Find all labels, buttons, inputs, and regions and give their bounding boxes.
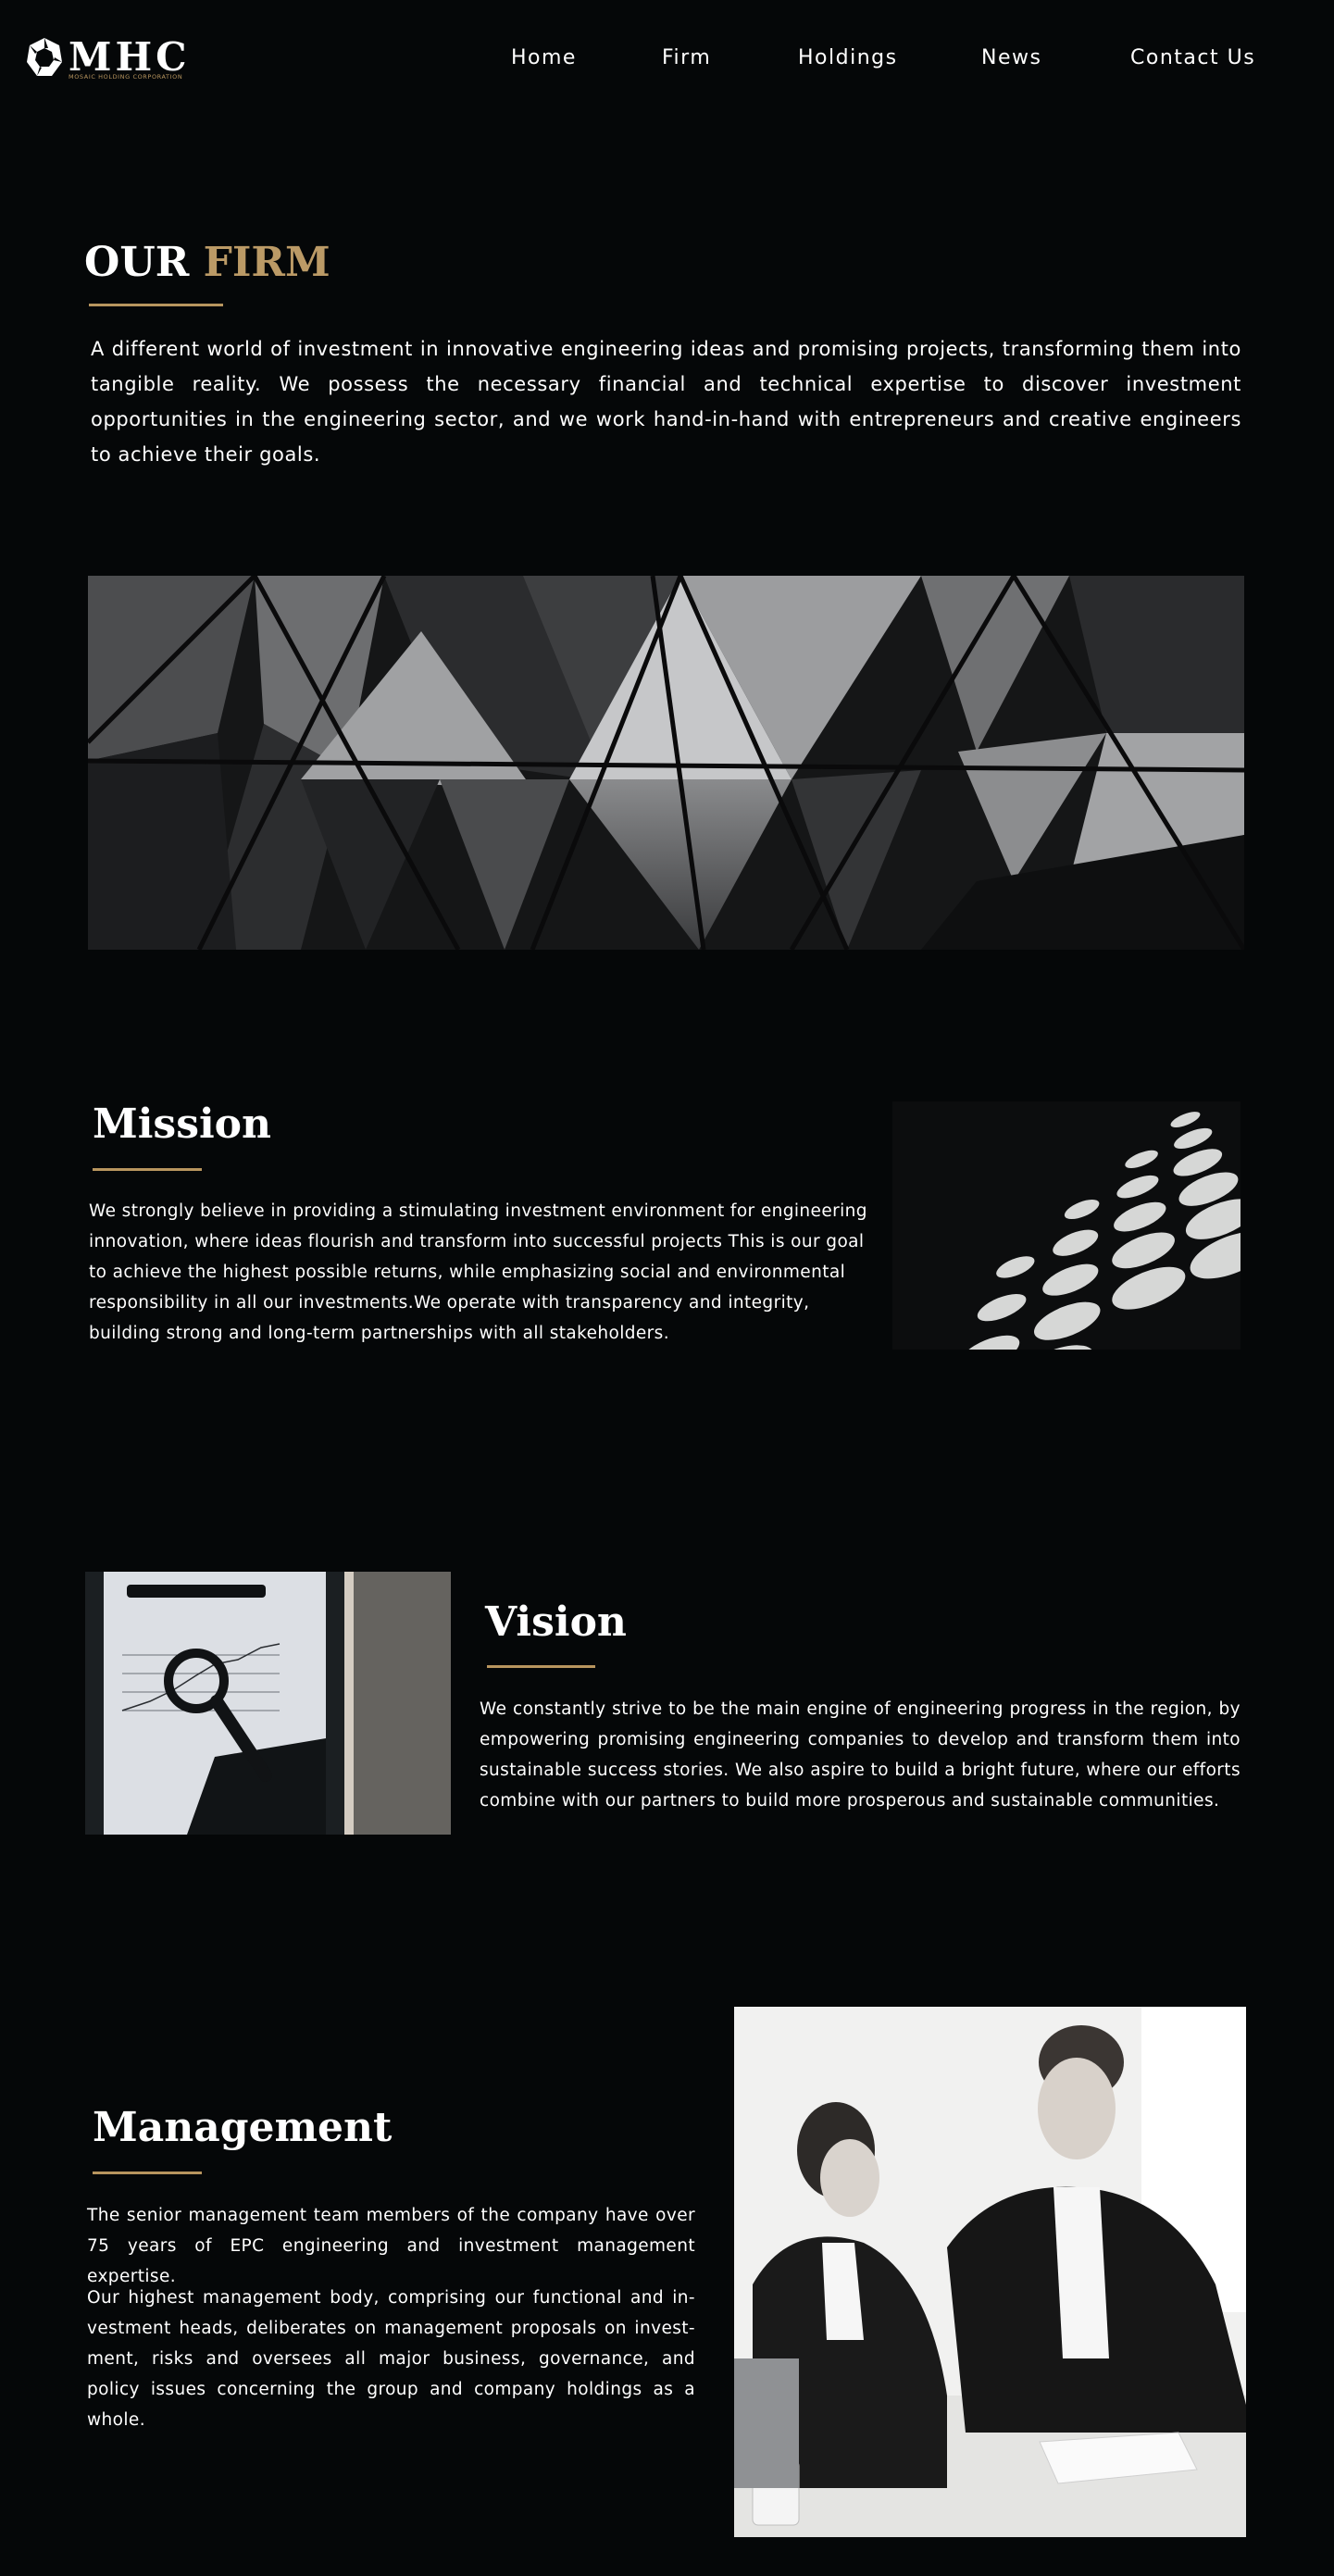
mission-image — [892, 1101, 1240, 1350]
nav-news[interactable]: News — [981, 44, 1041, 72]
firm-banner-image — [88, 576, 1244, 950]
firm-description: A different world of investment in innov… — [91, 338, 1241, 466]
vision-image — [85, 1572, 451, 1835]
logo[interactable]: MHC MOSAIC HOLDING CORPORATION — [24, 35, 191, 83]
title-our: OUR — [84, 239, 190, 286]
mission-title: Mission — [93, 1101, 272, 1148]
nav-contact-us[interactable]: Contact Us — [1130, 44, 1255, 72]
mission-text: We strongly believe in providing a stimu… — [89, 1201, 867, 1343]
title-underline — [89, 304, 223, 306]
management-underline — [93, 2172, 202, 2174]
vision-underline — [487, 1665, 595, 1668]
nav-firm[interactable]: Firm — [662, 44, 711, 72]
logo-wordmark: MHC — [69, 34, 191, 80]
management-title: Management — [93, 2104, 393, 2151]
mission-underline — [93, 1168, 202, 1171]
management-image — [734, 2007, 1246, 2537]
nav-holdings[interactable]: Holdings — [798, 44, 898, 72]
management-text-2: Our highest management body, comprising … — [87, 2288, 695, 2430]
vision-text: We constantly strive to be the main engi… — [480, 1699, 1240, 1811]
management-text-1: The senior management team members of th… — [87, 2206, 695, 2286]
mosaic-ring-icon — [27, 38, 62, 76]
title-firm: FIRM — [203, 239, 330, 286]
page-title: OUR FIRM — [84, 243, 330, 283]
nav-home[interactable]: Home — [511, 44, 577, 72]
vision-title: Vision — [485, 1599, 627, 1646]
logo-subtitle: MOSAIC HOLDING CORPORATION — [69, 73, 183, 81]
